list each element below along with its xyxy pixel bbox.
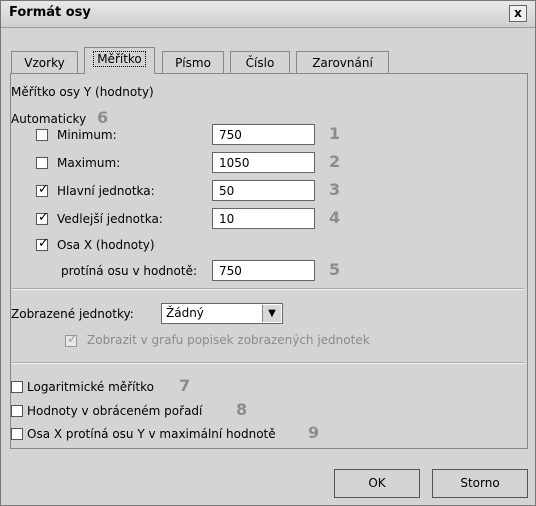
separator-middle [12, 362, 524, 364]
minimum-auto-checkbox[interactable] [36, 129, 48, 141]
tab-label: Písmo [175, 56, 211, 70]
minor-unit-label: Vedlejší jednotka: [57, 212, 163, 226]
major-unit-field[interactable] [212, 180, 315, 201]
tab-label: Vzorky [24, 56, 65, 70]
maximum-field[interactable] [212, 152, 315, 173]
tab-label: Zarovnání [312, 56, 373, 70]
tab-cislo[interactable]: Číslo [230, 51, 290, 73]
format-axis-dialog: Formát osy x Vzorky Měřítko Písmo Číslo … [0, 0, 536, 506]
check-icon: ✓ [67, 332, 78, 347]
chevron-down-icon[interactable]: ▼ [262, 305, 281, 322]
x-axis-crosses-checkbox[interactable]: ✓ [36, 236, 49, 251]
annotation-number-2: 2 [329, 152, 341, 171]
tab-meritko[interactable]: Měřítko [84, 47, 155, 74]
minimum-label: Minimum: [57, 128, 117, 142]
title-bar[interactable]: Formát osy x [1, 1, 535, 28]
annotation-number-8: 8 [236, 400, 248, 419]
tab-label: Měřítko [93, 51, 146, 67]
cross-max-checkbox[interactable] [11, 428, 23, 440]
annotation-number-5: 5 [329, 260, 341, 279]
display-units-value: Žádný [166, 306, 204, 320]
x-axis-label: Osa X (hodnoty) [57, 238, 155, 252]
check-icon: ✓ [38, 236, 49, 251]
close-icon: x [514, 6, 522, 20]
cross-max-label: Osa X protíná osu Y v maximální hodnotě [27, 427, 276, 441]
major-unit-label: Hlavní jednotka: [57, 184, 155, 198]
check-icon: ✓ [38, 182, 49, 197]
cancel-label: Storno [460, 476, 500, 490]
show-units-label-checkbox: ✓ [65, 332, 78, 347]
minor-unit-auto-checkbox[interactable]: ✓ [36, 210, 49, 225]
display-units-select[interactable]: Žádný ▼ [161, 303, 283, 324]
maximum-auto-checkbox[interactable] [36, 157, 48, 169]
tab-pismo[interactable]: Písmo [162, 51, 224, 73]
dialog-title: Formát osy [9, 5, 91, 20]
close-button[interactable]: x [509, 5, 527, 22]
reverse-order-checkbox[interactable] [11, 405, 23, 417]
minor-unit-field[interactable] [212, 208, 315, 229]
check-icon: ✓ [38, 210, 49, 225]
reverse-order-label: Hodnoty v obráceném pořadí [27, 404, 203, 418]
automatic-label: Automaticky [11, 112, 87, 126]
log-scale-checkbox[interactable] [11, 381, 23, 393]
ok-label: OK [368, 476, 386, 490]
annotation-number-3: 3 [329, 180, 341, 199]
annotation-number-7: 7 [179, 376, 191, 395]
separator-top [12, 288, 524, 290]
cancel-button[interactable]: Storno [432, 469, 528, 498]
display-units-label: Zobrazené jednotky: [11, 307, 134, 321]
tab-label: Číslo [245, 56, 275, 70]
show-units-label: Zobrazit v grafu popisek zobrazených jed… [87, 333, 370, 347]
log-scale-label: Logaritmické měřítko [27, 380, 155, 394]
annotation-number-9: 9 [308, 423, 320, 442]
tab-zarovnani[interactable]: Zarovnání [296, 51, 389, 73]
section-title: Měřítko osy Y (hodnoty) [11, 85, 154, 99]
x-axis-crosses-label: protíná osu v hodnotě: [61, 264, 198, 278]
annotation-number-1: 1 [329, 124, 341, 143]
tab-vzorky[interactable]: Vzorky [11, 51, 78, 73]
x-axis-crosses-field[interactable] [212, 260, 315, 281]
annotation-number-4: 4 [329, 208, 341, 227]
major-unit-auto-checkbox[interactable]: ✓ [36, 182, 49, 197]
ok-button[interactable]: OK [334, 469, 420, 498]
annotation-number-6: 6 [97, 108, 109, 127]
maximum-label: Maximum: [57, 156, 121, 170]
minimum-field[interactable] [212, 124, 315, 145]
